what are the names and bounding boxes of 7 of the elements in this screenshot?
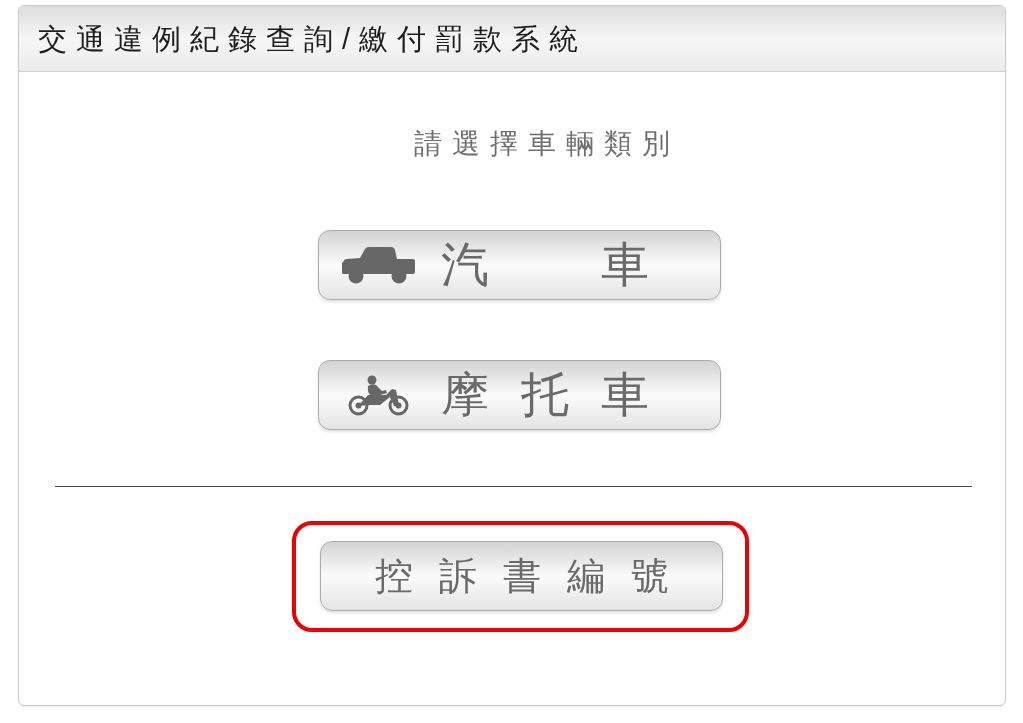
vehicle-button[interactable]: 摩托車 [318,360,721,430]
complaint-number-button[interactable]: 控訴書編號 [320,541,723,611]
page-title: 交通違例紀錄查詢/繳付罰款系統 [38,21,588,57]
car-icon [340,246,416,284]
vehicle-type-prompt: 請選擇車輛類別 [413,127,680,161]
motorcycle-icon [347,374,409,416]
vehicle-button[interactable]: 汽 車 [318,230,721,300]
